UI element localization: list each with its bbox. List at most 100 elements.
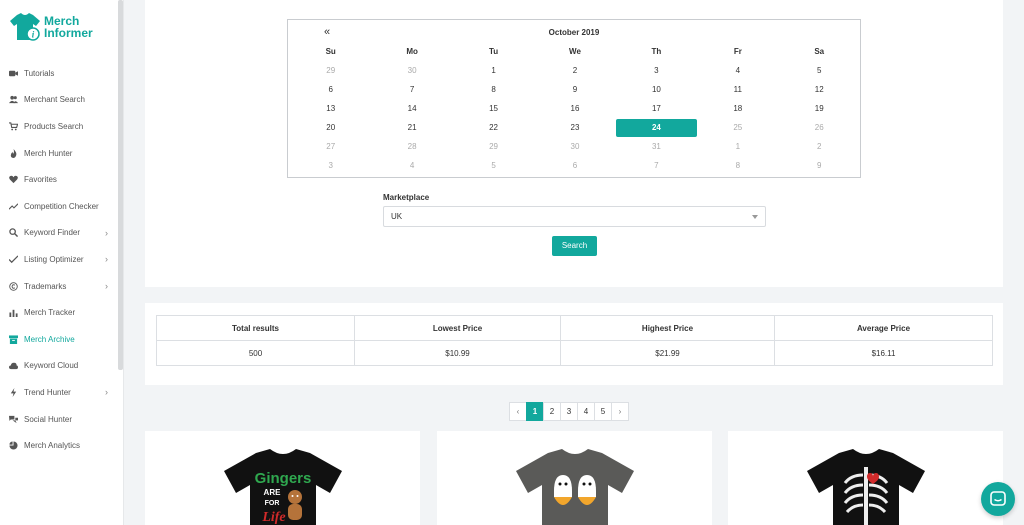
calendar-grid: Su Mo Tu We Th Fr Sa 29 30 1 2 3 4 5 6 7 8 9 10 11 12 13 14 15 1… <box>290 42 860 175</box>
marketplace-select[interactable]: UK <box>383 206 766 227</box>
calendar-day[interactable]: 4 <box>371 157 452 175</box>
calendar-day[interactable]: 30 <box>534 138 615 156</box>
header-lowest-price: Lowest Price <box>354 315 561 341</box>
calendar-day[interactable]: 2 <box>534 62 615 80</box>
cloud-icon <box>8 361 18 371</box>
calendar-day[interactable]: 2 <box>779 138 860 156</box>
pagination-prev-button[interactable]: ‹ <box>509 402 527 421</box>
calendar-day[interactable]: 9 <box>534 81 615 99</box>
calendar-day[interactable]: 12 <box>779 81 860 99</box>
weekday-label: We <box>569 46 581 56</box>
sidebar-item-tutorials[interactable]: Tutorials <box>0 60 118 87</box>
calendar-day[interactable]: 6 <box>290 81 371 99</box>
calendar-day[interactable]: 14 <box>371 100 452 118</box>
calendar-day[interactable]: 7 <box>616 157 697 175</box>
calendar-day[interactable]: 29 <box>290 62 371 80</box>
calendar-day[interactable]: 30 <box>371 62 452 80</box>
sidebar-item-listing-optimizer[interactable]: Listing Optimizer › <box>0 246 118 273</box>
trend-icon <box>8 201 18 211</box>
calendar-day[interactable]: 8 <box>697 157 778 175</box>
check-icon <box>8 254 18 264</box>
chat-widget-button[interactable] <box>981 482 1015 516</box>
calendar-day[interactable]: 9 <box>779 157 860 175</box>
sidebar-item-label: Trademarks <box>24 281 67 291</box>
tshirt-image[interactable] <box>510 449 640 525</box>
calendar-day[interactable]: 10 <box>616 81 697 99</box>
calendar-day[interactable]: 25 <box>697 119 778 137</box>
calendar-day[interactable]: 5 <box>453 157 534 175</box>
sidebar-item-merchant-search[interactable]: Merchant Search <box>0 87 118 114</box>
weekday-label: Th <box>651 46 662 56</box>
calendar-day[interactable]: 19 <box>779 100 860 118</box>
sidebar-scrollbar[interactable] <box>118 0 123 370</box>
calendar-day[interactable]: 29 <box>453 138 534 156</box>
search-button[interactable]: Search <box>552 236 597 256</box>
calendar-day[interactable]: 3 <box>290 157 371 175</box>
sidebar-item-social-hunter[interactable]: Social Hunter <box>0 406 118 433</box>
pagination: ‹ 1 2 3 4 5 › <box>509 402 629 421</box>
calendar-day[interactable]: 23 <box>534 119 615 137</box>
sidebar-item-trend-hunter[interactable]: Trend Hunter › <box>0 379 118 406</box>
calendar-day[interactable]: 8 <box>453 81 534 99</box>
pagination-page-2[interactable]: 2 <box>543 402 561 421</box>
sidebar-item-keyword-cloud[interactable]: Keyword Cloud <box>0 353 118 380</box>
product-card[interactable] <box>437 431 712 525</box>
print-text-2: ARE <box>263 488 281 497</box>
calendar-day[interactable]: 22 <box>453 119 534 137</box>
pagination-page-4[interactable]: 4 <box>577 402 595 421</box>
marketplace-value: UK <box>391 212 403 221</box>
sidebar-item-merch-analytics[interactable]: Merch Analytics <box>0 432 118 459</box>
pagination-page-3[interactable]: 3 <box>560 402 578 421</box>
product-card[interactable] <box>728 431 1003 525</box>
calendar-day[interactable]: 31 <box>616 138 697 156</box>
chevron-right-icon: › <box>105 254 108 265</box>
results-summary-table: Total results Lowest Price Highest Price… <box>156 315 993 366</box>
sidebar-item-label: Merch Analytics <box>24 441 81 451</box>
archive-filter-card: « October 2019 Su Mo Tu We Th Fr Sa 29 30 1 2 3 4 5 6 7… <box>145 0 1003 287</box>
product-card[interactable]: Gingers ARE FOR Life <box>145 431 420 525</box>
weekday-label: Su <box>325 46 336 56</box>
logo[interactable]: i Merch Informer <box>8 12 93 42</box>
calendar-day[interactable]: 17 <box>616 100 697 118</box>
calendar-day[interactable]: 16 <box>534 100 615 118</box>
calendar-day[interactable]: 1 <box>697 138 778 156</box>
calendar-day[interactable]: 20 <box>290 119 371 137</box>
sidebar-item-favorites[interactable]: Favorites <box>0 166 118 193</box>
calendar-day[interactable]: 15 <box>453 100 534 118</box>
calendar-day[interactable]: 27 <box>290 138 371 156</box>
calendar-day[interactable]: 28 <box>371 138 452 156</box>
sidebar-item-trademarks[interactable]: Trademarks › <box>0 273 118 300</box>
calendar-month-title[interactable]: October 2019 <box>288 28 860 37</box>
chevron-right-icon: › <box>105 387 108 398</box>
calendar-week-row: 6 7 8 9 10 11 12 <box>290 80 860 99</box>
sidebar-item-products-search[interactable]: Products Search <box>0 113 118 140</box>
calendar-day-selected[interactable]: 24 <box>615 118 698 137</box>
calendar-day[interactable]: 3 <box>616 62 697 80</box>
calendar-day[interactable]: 13 <box>290 100 371 118</box>
sidebar-item-keyword-finder[interactable]: Keyword Finder › <box>0 220 118 247</box>
calendar-day[interactable]: 18 <box>697 100 778 118</box>
sidebar-item-label: Keyword Finder <box>24 228 81 238</box>
calendar-day[interactable]: 6 <box>534 157 615 175</box>
calendar-day[interactable]: 1 <box>453 62 534 80</box>
tshirt-image[interactable]: Gingers ARE FOR Life <box>218 449 348 525</box>
calendar-day[interactable]: 11 <box>697 81 778 99</box>
calendar-day[interactable]: 26 <box>779 119 860 137</box>
pagination-next-button[interactable]: › <box>611 402 629 421</box>
calendar-day[interactable]: 7 <box>371 81 452 99</box>
calendar-day[interactable]: 4 <box>697 62 778 80</box>
sidebar-item-label: Merchant Search <box>24 95 85 105</box>
calendar-week-row: 29 30 1 2 3 4 5 <box>290 61 860 80</box>
calendar-day[interactable]: 21 <box>371 119 452 137</box>
tshirt-image[interactable] <box>801 449 931 525</box>
sidebar-item-merch-tracker[interactable]: Merch Tracker <box>0 299 118 326</box>
pagination-page-5[interactable]: 5 <box>594 402 612 421</box>
table-row: 500 $10.99 $21.99 $16.11 <box>156 340 993 366</box>
sidebar-item-merch-archive[interactable]: Merch Archive <box>0 326 118 353</box>
calendar-day[interactable]: 5 <box>779 62 860 80</box>
sidebar-item-competition-checker[interactable]: Competition Checker <box>0 193 118 220</box>
sidebar-item-label: Merch Archive <box>24 334 75 344</box>
sidebar-item-merch-hunter[interactable]: Merch Hunter <box>0 140 118 167</box>
calendar-week-row: 27 28 29 30 31 1 2 <box>290 137 860 156</box>
pagination-page-1[interactable]: 1 <box>526 402 544 421</box>
